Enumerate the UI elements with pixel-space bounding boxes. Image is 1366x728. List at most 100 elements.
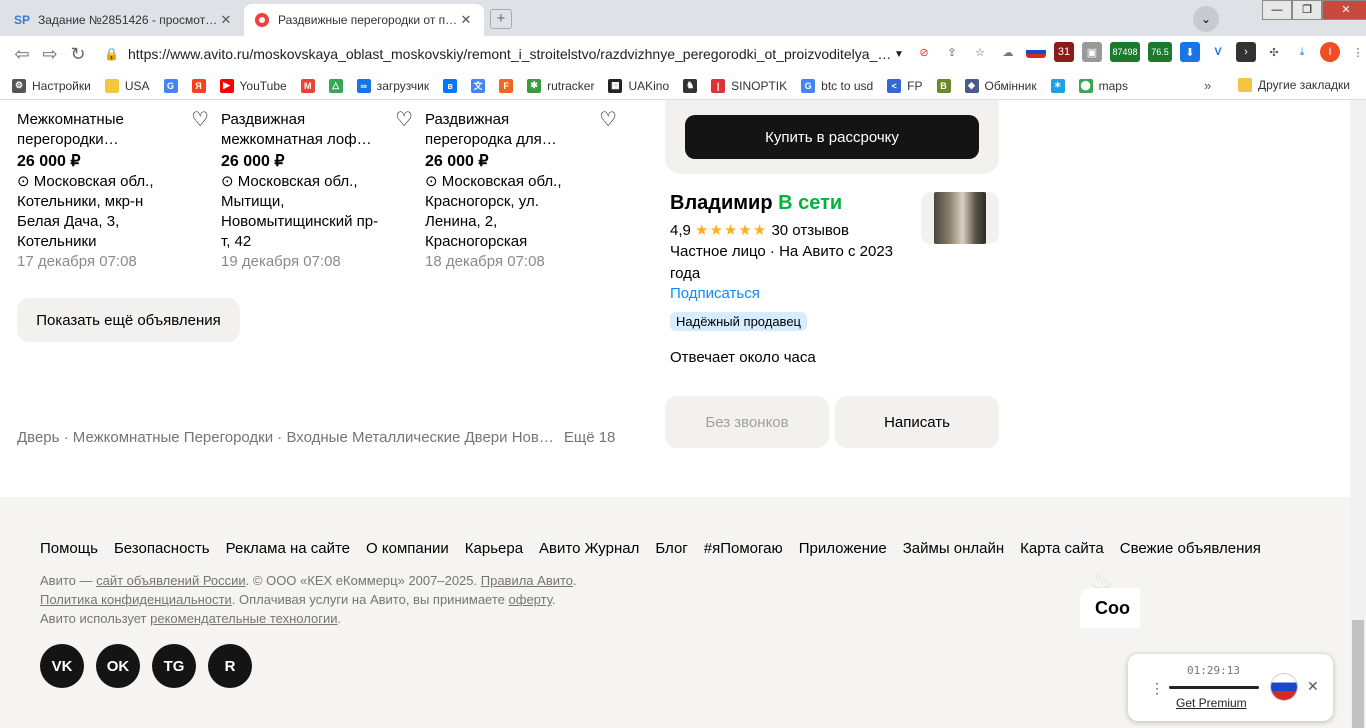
footer-link[interactable]: Займы онлайн: [903, 540, 1004, 557]
buy-installments-button[interactable]: Купить в рассрочку: [685, 115, 979, 159]
other-bookmarks[interactable]: Другие закладки: [1238, 78, 1350, 92]
write-message-button[interactable]: Написать: [835, 396, 999, 448]
get-premium-link[interactable]: Get Premium: [1176, 696, 1247, 710]
heart-icon[interactable]: ♡: [191, 110, 209, 130]
recommendation-tech-link[interactable]: рекомендательные технологии: [150, 611, 337, 626]
odnoklassniki-icon[interactable]: OK: [96, 644, 140, 688]
more-options-icon[interactable]: ⋮: [1150, 680, 1164, 697]
listing-title[interactable]: Межкомнатные перегородки…: [17, 110, 197, 150]
footer-link[interactable]: Карьера: [465, 540, 523, 557]
minimize-icon[interactable]: —: [1262, 0, 1292, 20]
bookmark-item[interactable]: в: [443, 78, 463, 93]
heart-icon[interactable]: ♡: [599, 110, 617, 130]
bookmark-item[interactable]: ⬤ maps: [1078, 78, 1128, 93]
bookmark-item[interactable]: ♞: [683, 78, 703, 93]
classifieds-link[interactable]: сайт объявлений России: [96, 573, 246, 588]
ltc-icon[interactable]: 76.5: [1148, 42, 1172, 62]
tab-close-icon[interactable]: ✕: [218, 12, 234, 28]
bookmark-item[interactable]: 文: [471, 78, 491, 93]
star-icon[interactable]: ☆: [970, 42, 990, 62]
listing-card[interactable]: Раздвижная перегородка для… ♡ 26 000 ₽ ⊙…: [425, 110, 617, 272]
bookmark-item[interactable]: ⚙ Настройки: [12, 78, 91, 93]
bookmark-item[interactable]: ∞ загрузчик: [356, 78, 429, 93]
bookmarks-more-icon[interactable]: »: [1204, 78, 1211, 93]
listing-card[interactable]: Раздвижная межкомнатная лоф… ♡ 26 000 ₽ …: [221, 110, 413, 272]
shield-icon[interactable]: 31: [1054, 42, 1074, 62]
bookmark-item[interactable]: USA: [104, 78, 150, 93]
rules-link[interactable]: Правила Авито: [481, 573, 573, 588]
address-bar[interactable]: 🔒 https://www.avito.ru/moskovskaya_oblas…: [104, 40, 910, 68]
window-close-icon[interactable]: ✕: [1322, 0, 1366, 20]
footer-link[interactable]: Реклама на сайте: [226, 540, 350, 557]
tab-task[interactable]: SP Задание №2851426 - просмотр з ✕: [4, 4, 244, 36]
tags-line[interactable]: Дверь · Межкомнатные Перегородки · Входн…: [17, 429, 554, 446]
share-icon[interactable]: ⇪: [942, 42, 962, 62]
terminal-icon[interactable]: ›: [1236, 42, 1256, 62]
tab-close-icon[interactable]: ✕: [458, 12, 474, 28]
bookmark-item[interactable]: ✱ rutracker: [527, 78, 594, 93]
bookmark-item[interactable]: △: [328, 78, 349, 93]
block-icon[interactable]: ⊘: [914, 42, 934, 62]
dropdown-icon[interactable]: ▼: [894, 49, 910, 60]
close-icon[interactable]: ✕: [1307, 678, 1319, 695]
bookmark-item[interactable]: B: [936, 78, 957, 93]
privacy-link[interactable]: Политика конфиденциальности: [40, 592, 232, 607]
tab-avito[interactable]: Раздвижные перегородки от про ✕: [244, 4, 484, 36]
reload-icon[interactable]: ↻: [64, 44, 92, 65]
download-ext-icon[interactable]: ⬇: [1180, 42, 1200, 62]
bookmark-item[interactable]: ✶: [1050, 78, 1071, 93]
profile-avatar[interactable]: I: [1320, 42, 1340, 62]
tab-search-icon[interactable]: ⌄: [1193, 6, 1219, 32]
russia-flag-icon[interactable]: [1026, 46, 1046, 58]
back-icon[interactable]: ⇦: [8, 44, 36, 65]
offer-link[interactable]: оферту: [509, 592, 552, 607]
footer-link[interactable]: Блог: [655, 540, 687, 557]
bookmark-item[interactable]: ▦ UAKino: [608, 78, 669, 93]
reviews-link[interactable]: 30 отзывов: [771, 222, 849, 239]
rutube-icon[interactable]: R: [208, 644, 252, 688]
bookmark-item[interactable]: ◆ Обмінник: [964, 78, 1037, 93]
footer-link[interactable]: Помощь: [40, 540, 98, 557]
no-calls-button[interactable]: Без звонков: [665, 396, 829, 448]
bookmark-item[interactable]: | SINOPTIK: [711, 78, 787, 93]
new-tab-button[interactable]: +: [490, 9, 512, 29]
briefcase-icon[interactable]: ▣: [1082, 42, 1102, 62]
footer-link[interactable]: Карта сайта: [1020, 540, 1104, 557]
extensions-icon[interactable]: ✣: [1264, 42, 1284, 62]
btc-icon[interactable]: 87498: [1110, 42, 1140, 62]
cloud-icon[interactable]: ☁: [998, 42, 1018, 62]
listing-title[interactable]: Раздвижная межкомнатная лоф…: [221, 110, 401, 150]
listing-card[interactable]: Межкомнатные перегородки… ♡ 26 000 ₽ ⊙ М…: [17, 110, 209, 272]
lock-icon[interactable]: 🔒: [104, 47, 128, 61]
bookmark-item[interactable]: < FP: [887, 78, 923, 93]
footer-link[interactable]: Авито Журнал: [539, 540, 639, 557]
footer-link[interactable]: Приложение: [799, 540, 887, 557]
footer-link[interactable]: Свежие объявления: [1120, 540, 1261, 557]
footer-link[interactable]: #яПомогаю: [704, 540, 783, 557]
seller-name[interactable]: Владимир: [670, 192, 773, 214]
tags-more-link[interactable]: Ещё 18: [564, 429, 616, 446]
bookmark-item[interactable]: F: [499, 78, 519, 93]
url-text[interactable]: https://www.avito.ru/moskovskaya_oblast_…: [128, 46, 894, 62]
bookmark-item[interactable]: M: [300, 78, 321, 93]
heart-icon[interactable]: ♡: [395, 110, 413, 130]
telegram-icon[interactable]: TG: [152, 644, 196, 688]
forward-icon[interactable]: ⇨: [36, 44, 64, 65]
show-more-button[interactable]: Показать ещё объявления: [17, 298, 240, 342]
bookmark-item[interactable]: ▶ YouTube: [219, 78, 287, 93]
footer-link[interactable]: Безопасность: [114, 540, 210, 557]
footer-link[interactable]: О компании: [366, 540, 449, 557]
downloads-icon[interactable]: ⤓: [1292, 42, 1312, 62]
vk-icon[interactable]: VK: [40, 644, 84, 688]
bookmark-item[interactable]: G: [163, 78, 184, 93]
seller-avatar[interactable]: [921, 192, 999, 244]
bookmark-item[interactable]: Gbtc to usd: [801, 78, 873, 93]
menu-icon[interactable]: ⋮: [1348, 42, 1366, 62]
maximize-icon[interactable]: ❐: [1292, 0, 1322, 20]
v-icon[interactable]: V: [1208, 42, 1228, 62]
cookie-banner[interactable]: Coo: [1080, 588, 1140, 628]
subscribe-link[interactable]: Подписаться: [670, 285, 1000, 302]
russia-flag-icon[interactable]: [1271, 674, 1297, 700]
scrollbar-thumb[interactable]: [1352, 620, 1364, 728]
listing-title[interactable]: Раздвижная перегородка для…: [425, 110, 605, 150]
